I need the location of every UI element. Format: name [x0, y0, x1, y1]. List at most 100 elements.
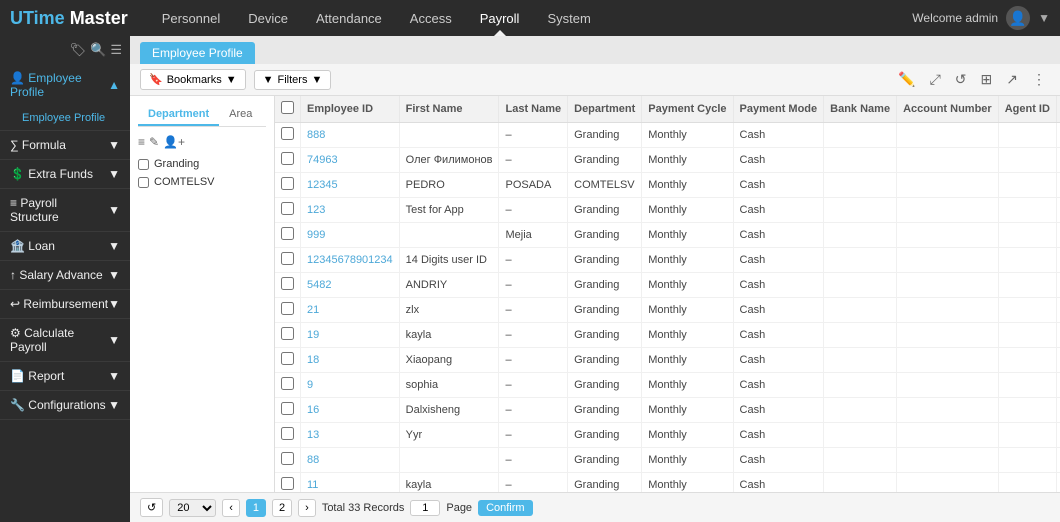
- user-avatar[interactable]: 👤: [1006, 6, 1030, 30]
- nav-payroll[interactable]: Payroll: [466, 0, 534, 36]
- row-checkbox[interactable]: [281, 177, 294, 190]
- row-bank-name: [824, 373, 897, 398]
- tag-icon[interactable]: 🏷: [70, 42, 87, 58]
- employee-id-link[interactable]: 123: [307, 204, 325, 216]
- row-employee-id: 19: [301, 323, 400, 348]
- row-checkbox[interactable]: [281, 352, 294, 365]
- tab-department[interactable]: Department: [138, 104, 219, 126]
- row-checkbox[interactable]: [281, 477, 294, 490]
- row-checkbox-cell: [275, 348, 301, 373]
- employee-id-link[interactable]: 18: [307, 354, 319, 366]
- row-account-number: [897, 323, 999, 348]
- sidebar-section-formula-header[interactable]: ∑ Formula ▼: [0, 131, 130, 159]
- refresh-page-btn[interactable]: ↺: [140, 498, 163, 517]
- sidebar-section-employee-profile-header[interactable]: 👤 Employee Profile ▲: [0, 64, 130, 106]
- employee-id-link[interactable]: 9: [307, 379, 313, 391]
- employee-id-link[interactable]: 12345: [307, 179, 338, 191]
- employee-id-link[interactable]: 13: [307, 429, 319, 441]
- edit-icon-btn[interactable]: ✏️: [894, 69, 919, 90]
- sidebar-section-configurations-header[interactable]: 🔧 Configurations ▼: [0, 391, 130, 419]
- tab-area[interactable]: Area: [219, 104, 262, 126]
- sidebar-section-calculate-payroll-header[interactable]: ⚙ Calculate Payroll ▼: [0, 319, 130, 361]
- bookmarks-button[interactable]: 🔖 Bookmarks ▼: [140, 69, 246, 90]
- edit-tree-icon[interactable]: ✎: [149, 135, 159, 149]
- row-checkbox[interactable]: [281, 202, 294, 215]
- row-checkbox-cell: [275, 248, 301, 273]
- employee-id-link[interactable]: 88: [307, 454, 319, 466]
- table-area: Employee ID First Name Last Name Departm…: [275, 96, 1060, 492]
- row-checkbox[interactable]: [281, 127, 294, 140]
- row-department: Granding: [568, 198, 642, 223]
- sidebar-section-loan-header[interactable]: 🏦 Loan ▼: [0, 232, 130, 260]
- employee-id-link[interactable]: 21: [307, 304, 319, 316]
- sidebar-section-report-header[interactable]: 📄 Report ▼: [0, 362, 130, 390]
- prev-page-btn[interactable]: ‹: [222, 499, 240, 517]
- row-checkbox-cell: [275, 323, 301, 348]
- share-icon-btn[interactable]: ↗: [1002, 69, 1022, 90]
- row-checkbox[interactable]: [281, 402, 294, 415]
- page-input[interactable]: [410, 500, 440, 516]
- chevron-icon: ▼: [108, 167, 120, 181]
- confirm-btn[interactable]: Confirm: [478, 500, 533, 516]
- add-tree-icon[interactable]: 👤+: [163, 135, 185, 149]
- nav-device[interactable]: Device: [234, 0, 302, 36]
- employee-id-link[interactable]: 999: [307, 229, 325, 241]
- dept-granding-checkbox[interactable]: [138, 159, 149, 170]
- sidebar-section-payroll-structure-header[interactable]: ≡ Payroll Structure ▼: [0, 189, 130, 231]
- employee-id-link[interactable]: 5482: [307, 279, 331, 291]
- row-employee-id: 13: [301, 423, 400, 448]
- next-page-btn[interactable]: ›: [298, 499, 316, 517]
- employee-id-link[interactable]: 12345678901234: [307, 254, 393, 266]
- row-checkbox[interactable]: [281, 452, 294, 465]
- refresh-icon-btn[interactable]: ↺: [951, 69, 971, 90]
- sidebar-section-reimbursement-header[interactable]: ↩ Reimbursement ▼: [0, 290, 130, 318]
- employee-id-link[interactable]: 11: [307, 479, 318, 491]
- sidebar-section-extra-funds-header[interactable]: 💲 Extra Funds ▼: [0, 160, 130, 188]
- sidebar-item-employee-profile[interactable]: Employee Profile: [0, 106, 130, 130]
- row-last-name: –: [499, 473, 568, 493]
- row-checkbox[interactable]: [281, 302, 294, 315]
- sidebar-section-extra-funds: 💲 Extra Funds ▼: [0, 160, 130, 189]
- employee-id-link[interactable]: 19: [307, 329, 319, 341]
- employee-id-link[interactable]: 74963: [307, 154, 338, 166]
- menu-icon[interactable]: ☰: [110, 42, 122, 58]
- expand-tree-icon[interactable]: ≡: [138, 135, 145, 149]
- sidebar-section-formula: ∑ Formula ▼: [0, 131, 130, 160]
- row-agent-id: [998, 298, 1056, 323]
- tab-employee-profile[interactable]: Employee Profile: [140, 42, 255, 64]
- dept-comtelsv-checkbox[interactable]: [138, 177, 149, 188]
- row-checkbox[interactable]: [281, 377, 294, 390]
- row-checkbox[interactable]: [281, 277, 294, 290]
- employee-id-link[interactable]: 16: [307, 404, 319, 416]
- select-all-checkbox[interactable]: [281, 101, 294, 114]
- page-1-btn[interactable]: 1: [246, 499, 266, 517]
- row-checkbox[interactable]: [281, 252, 294, 265]
- row-payment-cycle: Monthly: [642, 248, 733, 273]
- row-payment-mode: Cash: [733, 173, 824, 198]
- page-2-btn[interactable]: 2: [272, 499, 292, 517]
- nav-system[interactable]: System: [533, 0, 604, 36]
- search-icon[interactable]: 🔍: [90, 42, 106, 58]
- row-payment-mode: Cash: [733, 448, 824, 473]
- row-checkbox[interactable]: [281, 152, 294, 165]
- nav-personnel[interactable]: Personnel: [148, 0, 235, 36]
- filters-button[interactable]: ▼ Filters ▼: [254, 70, 332, 90]
- columns-icon-btn[interactable]: ⊞: [977, 69, 997, 90]
- row-checkbox[interactable]: [281, 427, 294, 440]
- chevron-down-icon[interactable]: ▼: [1038, 11, 1050, 25]
- nav-access[interactable]: Access: [396, 0, 466, 36]
- row-checkbox[interactable]: [281, 327, 294, 340]
- row-last-name: –: [499, 323, 568, 348]
- sidebar-section-calculate-payroll: ⚙ Calculate Payroll ▼: [0, 319, 130, 362]
- expand-icon-btn[interactable]: ⤢: [926, 69, 945, 90]
- nav-attendance[interactable]: Attendance: [302, 0, 396, 36]
- dept-granding-item[interactable]: Granding: [138, 155, 266, 173]
- page-size-select[interactable]: 20 50 100: [169, 499, 216, 517]
- row-checkbox-cell: [275, 298, 301, 323]
- col-department: Department: [568, 96, 642, 123]
- employee-id-link[interactable]: 888: [307, 129, 325, 141]
- dept-comtelsv-item[interactable]: COMTELSV: [138, 173, 266, 191]
- sidebar-section-salary-advance-header[interactable]: ↑ Salary Advance ▼: [0, 261, 130, 289]
- more-icon-btn[interactable]: ⋮: [1028, 69, 1050, 90]
- row-checkbox[interactable]: [281, 227, 294, 240]
